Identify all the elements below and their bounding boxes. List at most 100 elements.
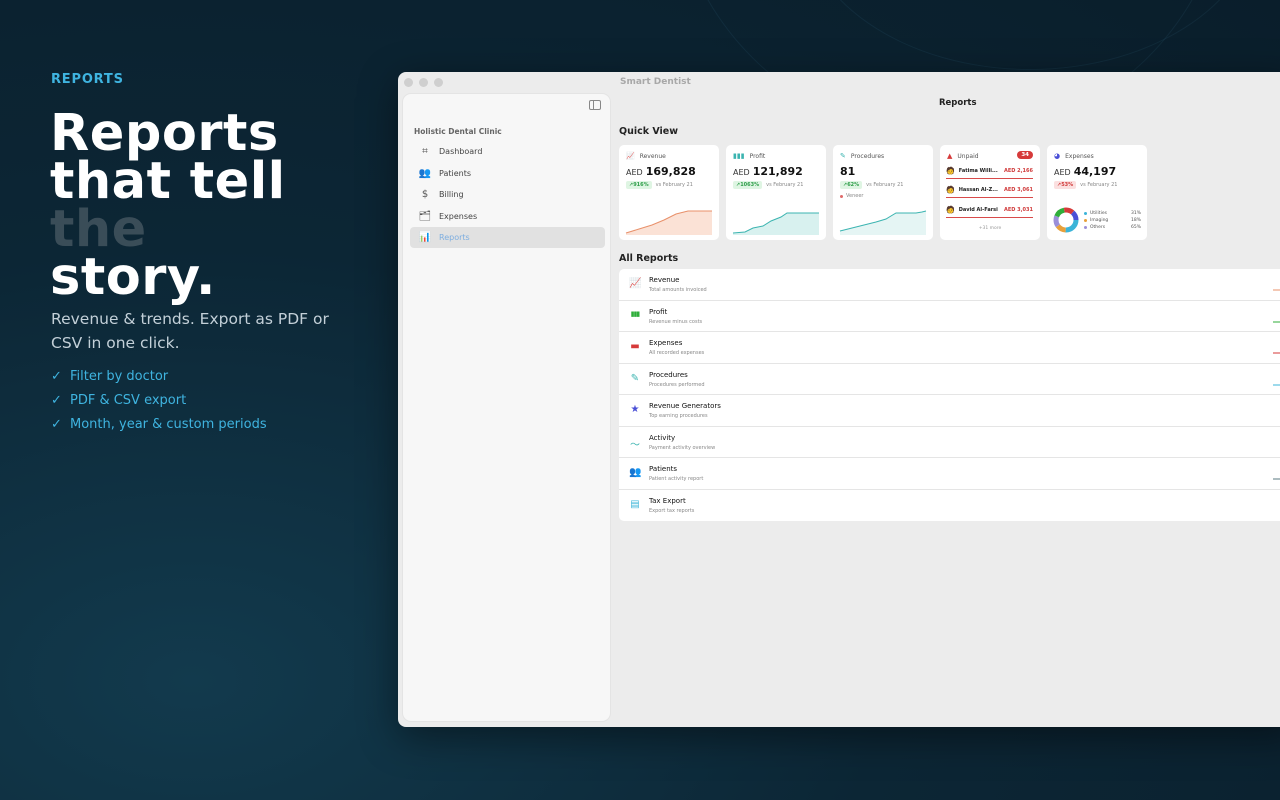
profit-sparkline <box>732 212 819 235</box>
hero-headline: Reports that tell the story. <box>50 108 390 303</box>
warning-icon: ▲ <box>947 152 953 160</box>
card-header: ✎ Procedures <box>840 152 884 160</box>
sidebar-toggle-icon[interactable] <box>589 100 601 110</box>
card-change: ↗916% vs February 21 <box>626 181 693 189</box>
close-window-button[interactable] <box>404 78 413 87</box>
zoom-window-button[interactable] <box>434 78 443 87</box>
pie-chart-icon: ◕ <box>1054 152 1061 160</box>
report-subtitle: Total amounts invoiced <box>649 287 707 293</box>
legend-label: Utilities <box>1090 211 1107 216</box>
sidebar-item-label: Reports <box>439 233 470 242</box>
avatar-icon: 🧑 <box>946 185 955 194</box>
card-label: Procedures <box>850 152 885 160</box>
unpaid-row[interactable]: 🧑 Fatima Willi... AED 2,166 <box>946 163 1033 179</box>
sidebar-item-dashboard[interactable]: ⌗ Dashboard <box>410 141 605 162</box>
card-change: ↗53% vs February 21 <box>1054 181 1117 189</box>
card-label: Expenses <box>1065 152 1094 160</box>
report-subtitle: Procedures performed <box>649 381 705 388</box>
section-eyebrow: REPORTS <box>51 72 124 87</box>
hero-subtext: Revenue & trends. Export as PDF or CSV i… <box>51 310 329 352</box>
legend-swatch <box>1084 226 1087 229</box>
card-change: ↗1063% vs February 21 <box>733 181 803 189</box>
window-controls <box>404 78 443 87</box>
report-row-revenue[interactable]: 📈 Revenue Total amounts invoiced <box>619 269 1280 301</box>
quick-card-unpaid[interactable]: ▲ Unpaid 34 🧑 Fatima Willi... AED 2,166 🧑 Ha… <box>940 145 1040 240</box>
quick-card-procedures[interactable]: ✎ Procedures 81 ↗62% vs February 21 Veneer <box>833 145 933 240</box>
revenue-mini-sparkline <box>1273 289 1280 291</box>
card-header: ▮▮▮ Profit <box>733 152 765 160</box>
quick-card-revenue[interactable]: 📈 Revenue AED 169,828 ↗916% vs February 21 <box>619 145 719 240</box>
feature-label: PDF & CSV export <box>70 393 187 408</box>
report-row-procedures[interactable]: ✎ Procedures Procedures performed <box>619 364 1280 395</box>
expenses-donut <box>1053 207 1079 233</box>
sidebar-item-label: Expenses <box>439 211 478 221</box>
sidebar-item-patients[interactable]: 👥 Patients <box>410 163 605 184</box>
sidebar-item-label: Billing <box>439 190 464 199</box>
card-value: AED 169,828 <box>626 165 696 178</box>
sidebar-nav: ⌗ Dashboard 👥 Patients $ Billing 🗂 Expenses … <box>410 141 605 249</box>
patient-name: Fatima Willi... <box>958 167 998 174</box>
headline-line: the <box>50 200 147 259</box>
legend-pct: 31% <box>1130 211 1141 216</box>
sidebar-item-expenses[interactable]: 🗂 Expenses <box>410 206 605 227</box>
check-icon: ✓ <box>51 393 62 408</box>
unpaid-amount: AED 2,166 <box>1004 167 1033 174</box>
dot-icon <box>840 194 843 198</box>
unpaid-row[interactable]: 🧑 Hassan Al-Z... AED 3,061 <box>946 182 1033 198</box>
reports-icon: 📊 <box>418 232 432 243</box>
card-label: Revenue <box>639 152 666 160</box>
card-header: ▲ Unpaid <box>947 152 979 160</box>
main-content: Reports Quick View 📈 Revenue AED 169,828 ↗… <box>619 72 1280 727</box>
report-row-activity[interactable]: 〜 Activity Payment activity overview <box>619 427 1280 458</box>
dashboard-icon: ⌗ <box>422 146 428 157</box>
more-unpaid-link[interactable]: +31 more <box>940 226 1040 231</box>
feature-list: ✓ Filter by doctor ✓ PDF & CSV export ✓ Mon… <box>51 368 267 440</box>
expenses-mini-sparkline <box>1273 352 1280 354</box>
report-row-profit[interactable]: ▮▮▮ Profit Revenue minus costs <box>619 301 1280 332</box>
quick-card-profit[interactable]: ▮▮▮ Profit AED 121,892 ↗1063% vs February 2… <box>726 145 826 240</box>
quick-view-heading: Quick View <box>619 126 679 137</box>
feature-item: ✓ PDF & CSV export <box>51 392 267 416</box>
unpaid-row[interactable]: 🧑 David Al-Farsi AED 3,031 <box>946 202 1033 218</box>
legend-label: Imaging <box>1090 218 1109 223</box>
minimize-window-button[interactable] <box>419 78 428 87</box>
patients-icon: 👥 <box>418 167 432 179</box>
sidebar: Holistic Dental Clinic ⌗ Dashboard 👥 Patie… <box>402 93 611 722</box>
change-badge: ↗53% <box>1054 181 1077 189</box>
expenses-card-icon: ▬ <box>630 341 640 352</box>
report-subtitle: Top earning procedures <box>649 413 708 419</box>
feature-item: ✓ Filter by doctor <box>51 368 267 392</box>
report-title: Revenue <box>649 276 680 284</box>
report-row-expenses[interactable]: ▬ Expenses All recorded expenses <box>619 332 1280 364</box>
sidebar-item-billing[interactable]: $ Billing <box>410 184 605 205</box>
legend-row: Imaging 18% <box>1084 217 1141 224</box>
report-row-tax-export[interactable]: ▤ Tax Export Export tax reports <box>619 490 1280 522</box>
quick-card-expenses[interactable]: ◕ Expenses AED 44,197 ↗53% vs February 21 U… <box>1047 145 1147 240</box>
patient-name: Hassan Al-Z... <box>958 186 998 193</box>
report-row-revenue-generators[interactable]: ★ Revenue Generators Top earning procedu… <box>619 395 1280 427</box>
reports-list: 📈 Revenue Total amounts invoiced ▮▮▮ Pro… <box>619 269 1280 521</box>
change-badge: ↗62% <box>840 181 863 189</box>
document-icon: ▤ <box>630 498 640 510</box>
report-row-patients[interactable]: 👥 Patients Patient activity report <box>619 458 1280 490</box>
report-title: Tax Export <box>649 496 686 505</box>
avatar-icon: 🧑 <box>946 205 955 214</box>
currency: AED <box>626 168 643 177</box>
legend-pct: 65% <box>1130 225 1141 230</box>
legend-pct: 18% <box>1130 218 1141 223</box>
legend-label: Others <box>1090 225 1106 230</box>
change-badge: ↗916% <box>626 181 652 189</box>
sidebar-item-reports[interactable]: 📊 Reports <box>410 227 605 248</box>
report-subtitle: Patient activity report <box>649 476 704 482</box>
legend-row: Others 65% <box>1084 224 1141 231</box>
currency: AED <box>1054 168 1071 177</box>
profit-bars-icon: ▮▮▮ <box>630 309 641 318</box>
patient-name: David Al-Farsi <box>958 206 998 213</box>
amount: 169,828 <box>645 165 696 178</box>
feature-label: Month, year & custom periods <box>70 417 267 432</box>
procedures-pen-icon: ✎ <box>840 152 846 160</box>
card-label: Profit <box>749 152 766 160</box>
patients-group-icon: 👥 <box>629 467 642 478</box>
compare-label: vs February 21 <box>766 182 804 188</box>
procedures-mini-sparkline <box>1273 384 1280 385</box>
